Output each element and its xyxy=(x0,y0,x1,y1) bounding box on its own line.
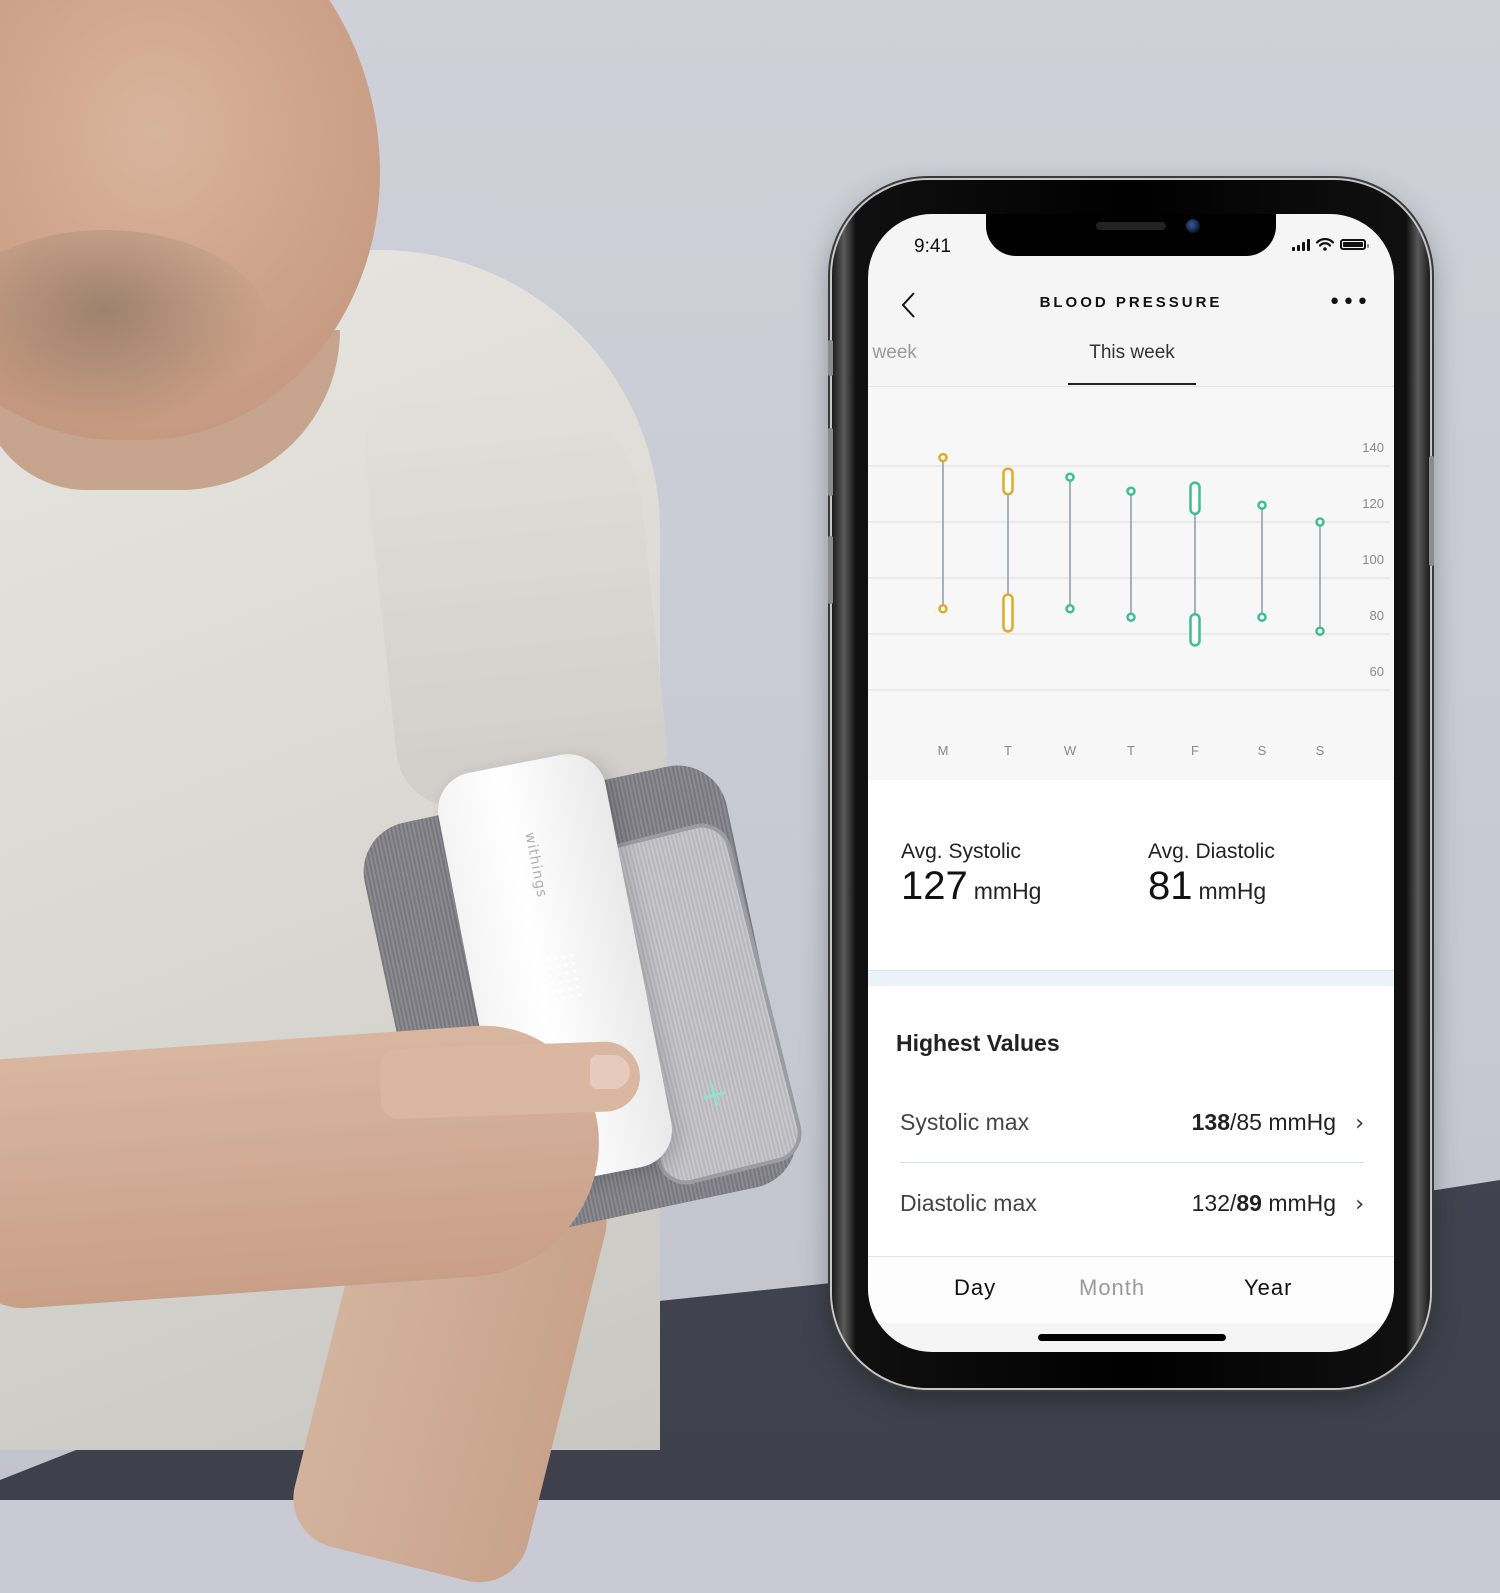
x-tick-label: S xyxy=(1258,743,1267,758)
avg-systolic: Avg. Systolic 127 mmHg xyxy=(901,840,1041,908)
period-year[interactable]: Year xyxy=(1244,1275,1292,1301)
row-value: 138/85 mmHg xyxy=(1192,1109,1336,1135)
row-value-bold: 138 xyxy=(1191,1108,1230,1135)
battery-icon xyxy=(1340,239,1369,250)
systolic-marker xyxy=(1126,486,1136,496)
avg-diastolic-unit: mmHg xyxy=(1198,878,1267,904)
power-button xyxy=(1429,456,1434,566)
row-value-bold: 89 xyxy=(1236,1189,1262,1216)
period-month[interactable]: Month xyxy=(1079,1275,1145,1301)
notch xyxy=(986,214,1276,256)
highest-values-section: Highest Values Systolic max 138/85 mmHg … xyxy=(868,986,1394,1256)
x-tick-label: W xyxy=(1064,743,1077,758)
phone-screen: 9:41 BLOOD PRESSURE ••• t week This week… xyxy=(868,214,1394,1352)
diastolic-marker xyxy=(1189,612,1201,647)
y-tick-label: 120 xyxy=(1362,496,1384,511)
diastolic-marker xyxy=(1315,626,1325,636)
volume-down-button xyxy=(828,536,833,604)
diastolic-marker xyxy=(1065,604,1075,614)
avg-systolic-unit: mmHg xyxy=(973,878,1042,904)
section-title: Highest Values xyxy=(896,1030,1060,1056)
row-label: Systolic max xyxy=(900,1108,1030,1135)
tab-this-week[interactable]: This week xyxy=(1068,342,1196,364)
home-indicator[interactable] xyxy=(1038,1334,1226,1341)
chevron-right-icon: › xyxy=(1355,1110,1364,1136)
diastolic-max-row[interactable]: Diastolic max 132/89 mmHg › xyxy=(900,1163,1364,1243)
row-value-rest: mmHg xyxy=(1261,1189,1337,1216)
systolic-marker xyxy=(1315,517,1325,527)
signal-icon xyxy=(1292,238,1310,251)
earpiece xyxy=(1096,222,1166,230)
x-tick-label: M xyxy=(938,743,949,758)
bp-chart: 140 120 100 80 60 M T W T F S S xyxy=(868,387,1394,780)
diastolic-marker xyxy=(1257,612,1267,622)
systolic-marker xyxy=(1257,500,1267,510)
diastolic-marker xyxy=(938,604,948,614)
chevron-right-icon: › xyxy=(1355,1191,1364,1217)
period-day[interactable]: Day xyxy=(954,1275,996,1301)
systolic-marker xyxy=(1065,472,1075,482)
row-value: 132/89 mmHg xyxy=(1192,1190,1336,1216)
x-tick-label: S xyxy=(1316,743,1325,758)
device-led-display xyxy=(535,950,585,1008)
tab-active-indicator xyxy=(1068,383,1196,385)
fingernail xyxy=(590,1055,630,1089)
avg-diastolic: Avg. Diastolic 81 mmHg xyxy=(1148,840,1275,908)
diastolic-marker xyxy=(1002,593,1014,633)
wifi-icon xyxy=(1316,238,1334,251)
x-tick-label: T xyxy=(1004,743,1012,758)
row-value-prefix: 132/ xyxy=(1191,1189,1237,1216)
avg-systolic-value: 127 xyxy=(901,864,968,908)
row-value-rest: /85 mmHg xyxy=(1230,1108,1337,1135)
tab-last-week[interactable]: t week xyxy=(868,342,917,364)
y-tick-label: 140 xyxy=(1362,440,1384,455)
averages-section: Avg. Systolic 127 mmHg Avg. Diastolic 81 m… xyxy=(868,780,1394,970)
bp-chart-svg: 140 120 100 80 60 M T W T F S S xyxy=(868,440,1390,758)
nav-bar: BLOOD PRESSURE ••• xyxy=(868,274,1394,330)
status-icons xyxy=(1292,238,1369,251)
volume-up-button xyxy=(828,428,833,496)
avg-diastolic-value: 81 xyxy=(1148,864,1193,908)
period-selector: Day Month Year xyxy=(868,1256,1394,1323)
systolic-marker xyxy=(1002,467,1014,496)
row-label: Diastolic max xyxy=(900,1189,1037,1216)
week-tabs: t week This week xyxy=(868,334,1394,387)
systolic-max-row[interactable]: Systolic max 138/85 mmHg › xyxy=(900,1082,1364,1162)
front-camera xyxy=(1186,219,1200,233)
y-tick-label: 80 xyxy=(1370,608,1384,623)
page-title: BLOOD PRESSURE xyxy=(1039,294,1223,311)
status-time: 9:41 xyxy=(914,236,951,257)
avg-diastolic-label: Avg. Diastolic xyxy=(1148,840,1275,863)
mute-switch xyxy=(828,340,833,376)
systolic-marker xyxy=(938,452,948,463)
more-horizontal-icon[interactable]: ••• xyxy=(1328,290,1370,315)
diastolic-marker xyxy=(1126,612,1136,622)
y-tick-label: 60 xyxy=(1370,664,1384,679)
y-tick-label: 100 xyxy=(1362,552,1384,567)
section-divider xyxy=(868,970,1394,987)
x-tick-label: T xyxy=(1127,743,1135,758)
device-brand: withings xyxy=(521,830,550,900)
systolic-marker xyxy=(1189,481,1201,516)
avg-systolic-label: Avg. Systolic xyxy=(901,840,1021,863)
x-tick-label: F xyxy=(1191,743,1199,758)
